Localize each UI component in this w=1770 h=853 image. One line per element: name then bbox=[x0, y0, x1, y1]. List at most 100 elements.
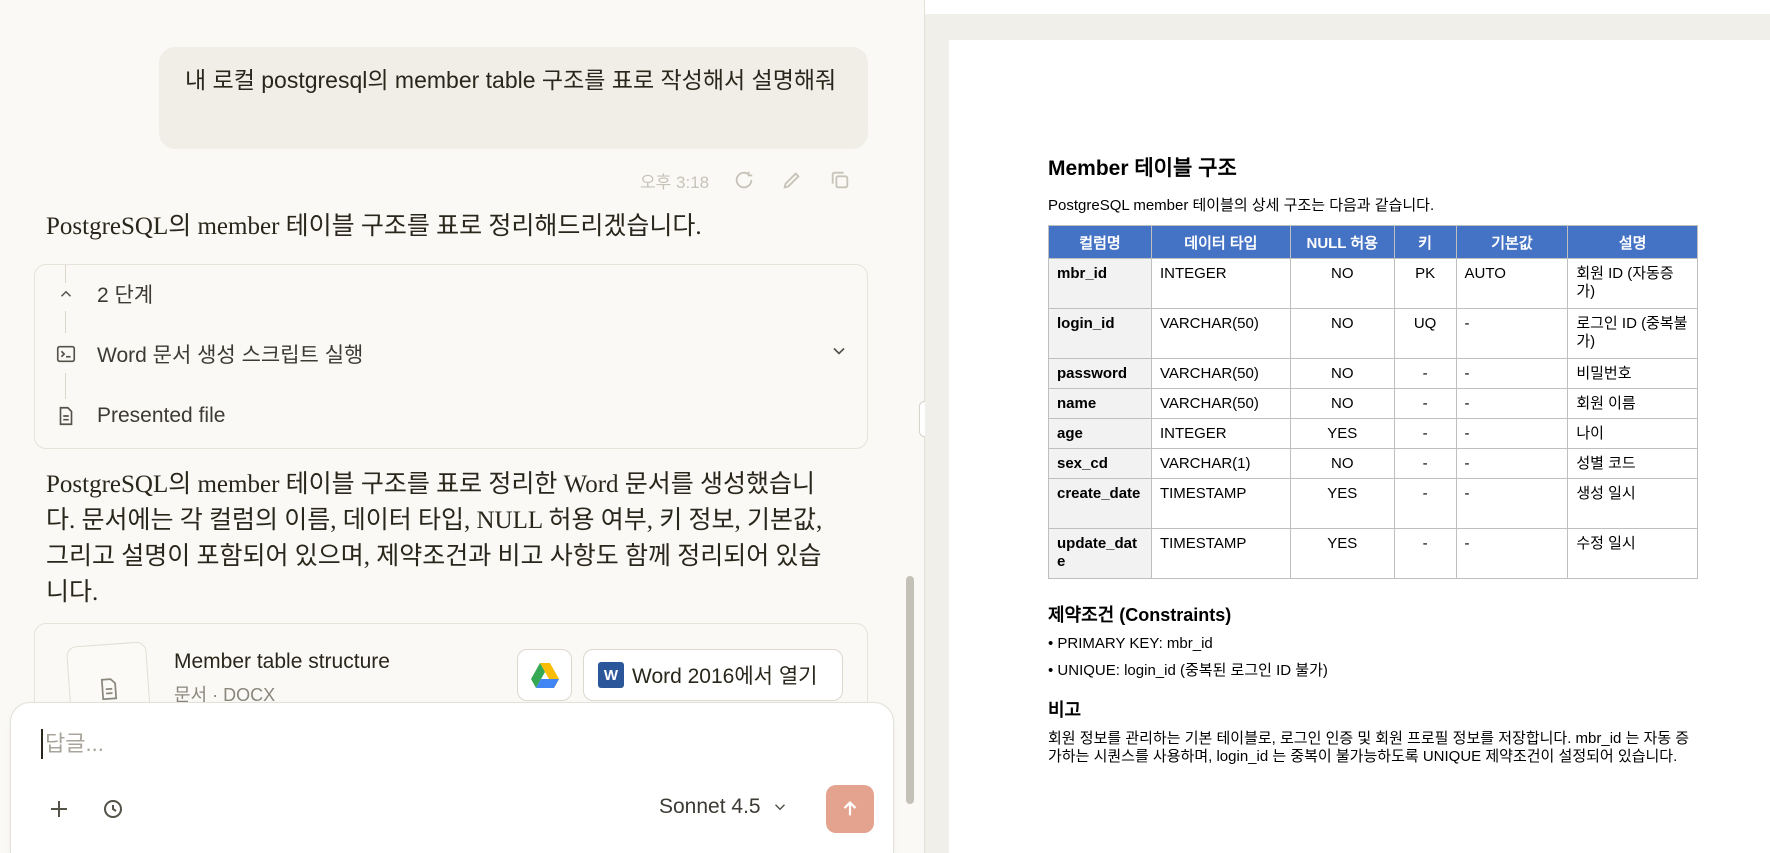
chevron-down-icon bbox=[774, 804, 785, 811]
step-connector bbox=[65, 373, 66, 399]
document-icon bbox=[53, 403, 79, 429]
document-intro: PostgreSQL member 테이블의 상세 구조는 다음과 같습니다. bbox=[1048, 197, 1435, 214]
table-cell: AUTO bbox=[1455, 258, 1569, 309]
table-cell: TIMESTAMP bbox=[1150, 478, 1291, 529]
table-cell: - bbox=[1455, 418, 1569, 449]
table-header-row: 컬럼명 데이터 타입 NULL 허용 키 기본값 설명 bbox=[1048, 225, 1698, 259]
table-cell: age bbox=[1048, 418, 1152, 449]
table-cell: - bbox=[1393, 528, 1457, 579]
table-row: login_id VARCHAR(50) NO UQ - 로그인 ID (중복불… bbox=[1048, 308, 1698, 359]
steps-panel: 2 단계 Word 문서 생성 스크립트 실행 Presented file bbox=[34, 264, 868, 449]
table-header: 기본값 bbox=[1455, 225, 1569, 259]
steps-toggle[interactable]: 2 단계 bbox=[53, 279, 849, 309]
member-table: 컬럼명 데이터 타입 NULL 허용 키 기본값 설명 mbr_id INTEG… bbox=[1048, 225, 1698, 579]
table-cell: VARCHAR(50) bbox=[1150, 388, 1291, 419]
table-cell: 생성 일시 bbox=[1567, 478, 1698, 529]
table-cell: 나이 bbox=[1567, 418, 1698, 449]
table-cell: PK bbox=[1393, 258, 1457, 309]
document-page: Member 테이블 구조 PostgreSQL member 테이블의 상세 … bbox=[949, 40, 1770, 853]
table-cell: VARCHAR(50) bbox=[1150, 358, 1291, 389]
preview-toolbar bbox=[925, 0, 1770, 14]
table-cell: 비밀번호 bbox=[1567, 358, 1698, 389]
add-attachment-button[interactable] bbox=[41, 791, 77, 827]
open-in-word-button[interactable]: W Word 2016에서 열기 bbox=[583, 649, 843, 701]
reply-input[interactable]: 답글... bbox=[41, 729, 104, 759]
table-cell: name bbox=[1048, 388, 1152, 419]
step-label: Word 문서 생성 스크립트 실행 bbox=[97, 344, 364, 367]
chevron-down-icon[interactable] bbox=[829, 341, 849, 367]
table-header: NULL 허용 bbox=[1289, 225, 1395, 259]
table-cell: NO bbox=[1289, 258, 1395, 309]
table-cell: YES bbox=[1289, 478, 1395, 529]
table-cell: create_date bbox=[1048, 478, 1152, 529]
chat-scrollbar[interactable] bbox=[906, 576, 914, 804]
table-cell: sex_cd bbox=[1048, 448, 1152, 479]
terminal-icon bbox=[53, 341, 79, 367]
model-name: Sonnet 4.5 bbox=[659, 795, 761, 818]
message-timestamp: 오후 3:18 bbox=[640, 172, 710, 192]
table-cell: - bbox=[1393, 478, 1457, 529]
document-content: Member 테이블 구조 PostgreSQL member 테이블의 상세 … bbox=[1048, 152, 1698, 766]
table-row: update_date TIMESTAMP YES - - 수정 일시 bbox=[1048, 528, 1698, 579]
edit-icon[interactable] bbox=[779, 167, 805, 193]
notes-paragraph: 회원 정보를 관리하는 기본 테이블로, 로그인 인증 및 회원 프로필 정보를… bbox=[1048, 730, 1690, 765]
assistant-summary: PostgreSQL의 member 테이블 구조를 표로 정리한 Word 문… bbox=[46, 471, 823, 606]
table-row: password VARCHAR(50) NO - - 비밀번호 bbox=[1048, 358, 1698, 389]
document-preview: Member 테이블 구조 PostgreSQL member 테이블의 상세 … bbox=[925, 0, 1770, 853]
chat-pane: 내 로컬 postgresql의 member table 구조를 표로 작성해… bbox=[0, 0, 924, 853]
table-cell: 회원 이름 bbox=[1567, 388, 1698, 419]
table-cell: - bbox=[1393, 388, 1457, 419]
table-cell: NO bbox=[1289, 358, 1395, 389]
google-drive-button[interactable] bbox=[517, 649, 572, 701]
steps-count: 2 단계 bbox=[97, 284, 154, 307]
clock-icon bbox=[104, 800, 122, 818]
table-cell: - bbox=[1455, 448, 1569, 479]
document-title: Member 테이블 구조 bbox=[1048, 157, 1237, 180]
word-icon: W bbox=[598, 662, 624, 688]
table-cell: 성별 코드 bbox=[1567, 448, 1698, 479]
table-cell: - bbox=[1393, 448, 1457, 479]
step-label: Presented file bbox=[97, 404, 226, 427]
history-button[interactable] bbox=[95, 791, 131, 827]
table-row: age INTEGER YES - - 나이 bbox=[1048, 418, 1698, 449]
table-cell: login_id bbox=[1048, 308, 1152, 359]
table-cell: 수정 일시 bbox=[1567, 528, 1698, 579]
table-cell: UQ bbox=[1393, 308, 1457, 359]
table-row: sex_cd VARCHAR(1) NO - - 성별 코드 bbox=[1048, 448, 1698, 479]
table-cell: 회원 ID (자동증가) bbox=[1567, 258, 1698, 309]
table-cell: NO bbox=[1289, 308, 1395, 359]
table-header: 데이터 타입 bbox=[1150, 225, 1291, 259]
table-row: mbr_id INTEGER NO PK AUTO 회원 ID (자동증가) bbox=[1048, 258, 1698, 309]
step-item-presented-file[interactable]: Presented file bbox=[53, 403, 849, 429]
table-header: 설명 bbox=[1567, 225, 1698, 259]
table-cell: YES bbox=[1289, 418, 1395, 449]
copy-icon[interactable] bbox=[827, 167, 853, 193]
model-selector[interactable]: Sonnet 4.5 bbox=[659, 795, 789, 819]
table-cell: - bbox=[1393, 358, 1457, 389]
table-cell: TIMESTAMP bbox=[1150, 528, 1291, 579]
send-button[interactable] bbox=[826, 785, 874, 833]
retry-icon[interactable] bbox=[731, 167, 757, 193]
table-cell: update_date bbox=[1048, 528, 1152, 579]
table-row: create_date TIMESTAMP YES - - 생성 일시 bbox=[1048, 478, 1698, 529]
step-connector bbox=[65, 311, 66, 333]
table-cell: - bbox=[1393, 418, 1457, 449]
table-cell: - bbox=[1455, 478, 1569, 529]
table-cell: INTEGER bbox=[1150, 258, 1291, 309]
constraint-item: • PRIMARY KEY: mbr_id bbox=[1048, 635, 1213, 652]
open-in-word-label: Word 2016에서 열기 bbox=[632, 665, 818, 688]
constraints-heading: 제약조건 (Constraints) bbox=[1048, 605, 1232, 625]
composer: 답글... Sonnet 4.5 bbox=[10, 702, 894, 853]
table-cell: VARCHAR(1) bbox=[1150, 448, 1291, 479]
table-cell: password bbox=[1048, 358, 1152, 389]
table-cell: NO bbox=[1289, 388, 1395, 419]
constraint-item: • UNIQUE: login_id (중복된 로그인 ID 불가) bbox=[1048, 662, 1328, 679]
plus-icon bbox=[51, 801, 67, 817]
table-header: 키 bbox=[1393, 225, 1457, 259]
chevron-up-icon bbox=[53, 281, 79, 307]
table-cell: - bbox=[1455, 388, 1569, 419]
file-title[interactable]: Member table structure bbox=[174, 650, 390, 674]
assistant-intro: PostgreSQL의 member 테이블 구조를 표로 정리해드리겠습니다. bbox=[46, 213, 702, 240]
table-header: 컬럼명 bbox=[1048, 225, 1152, 259]
step-item-script[interactable]: Word 문서 생성 스크립트 실행 bbox=[53, 339, 849, 369]
